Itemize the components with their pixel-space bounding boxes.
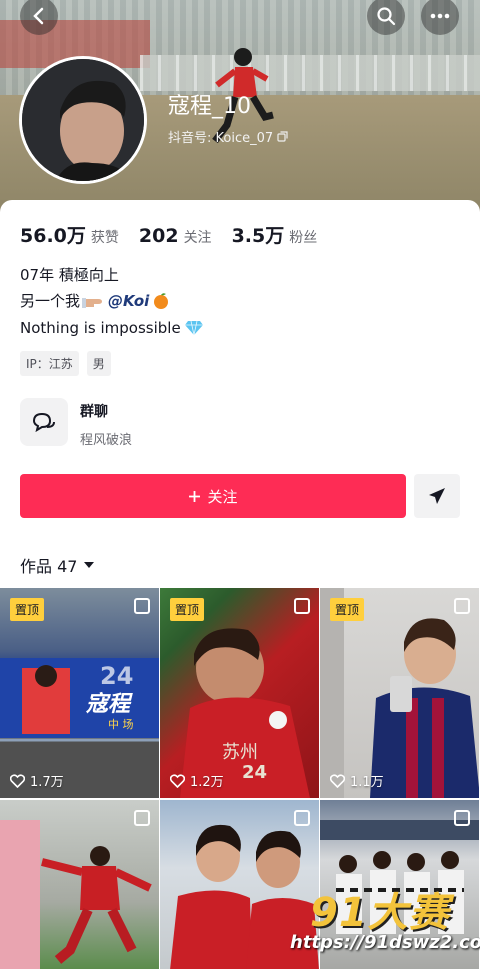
tags-row: IP：江苏 男 [20, 351, 111, 376]
caret-down-icon [84, 562, 95, 568]
copy-icon[interactable] [277, 131, 288, 142]
video-likes: 1.7万 [10, 771, 64, 790]
group-chat-icon-box [20, 398, 68, 446]
stat-following-count: 202 [138, 225, 179, 247]
multi-image-icon [134, 598, 150, 614]
stat-followers-count: 3.5万 [231, 225, 285, 247]
watermark-logo-text: 91大赛 [310, 890, 450, 936]
video-thumbnail[interactable] [0, 800, 159, 969]
video-likes-count: 1.2万 [190, 775, 224, 790]
video-thumbnail[interactable]: 寇程 24 中 场 置顶 1.7万 [0, 588, 159, 798]
pinned-badge: 置顶 [10, 598, 45, 621]
site-watermark: 91大赛 https://91dswz2.com [290, 880, 480, 960]
follow-button[interactable]: 关注 [20, 474, 406, 518]
video-overlay-number: 24 [100, 662, 134, 690]
video-overlay-name: 寇程 [86, 692, 131, 717]
multi-image-icon [294, 598, 310, 614]
avatar[interactable] [19, 56, 147, 184]
multi-image-icon [454, 810, 470, 826]
video-likes: 1.2万 [170, 771, 224, 790]
profile-nickname: 寇程_10 [168, 94, 251, 119]
pinned-badge: 置顶 [330, 598, 365, 621]
more-icon [430, 13, 450, 19]
bio-line-2: 另一个我 @Koi [20, 290, 170, 311]
multi-image-icon [454, 598, 470, 614]
avatar-portrait [22, 59, 144, 181]
stadium-railing [140, 55, 480, 91]
video-thumbnail[interactable]: 苏州 24 置顶 1.2万 [160, 588, 319, 798]
follow-button-label: 关注 [207, 487, 238, 506]
group-chat-subtitle: 程风破浪 [80, 433, 133, 448]
works-tab-label: 作品 47 [20, 557, 78, 576]
video-thumbnail[interactable]: 置顶 1.1万 [320, 588, 479, 798]
douyin-id[interactable]: 抖音号: Koice_07 [168, 127, 288, 146]
tag-ip-location: IP：江苏 [20, 351, 79, 376]
video-likes: 1.1万 [330, 771, 384, 790]
back-icon [33, 7, 44, 25]
heart-icon [10, 773, 25, 788]
video-overlay-position: 中 场 [108, 718, 134, 731]
stat-likes[interactable]: 56.0万 获赞 [20, 221, 119, 248]
bio-line-3-text: Nothing is impossible [20, 319, 181, 337]
stat-likes-label: 获赞 [90, 230, 119, 246]
group-chat-entry[interactable]: 群聊 程风破浪 [20, 398, 132, 448]
stat-following-label: 关注 [183, 230, 212, 246]
works-tab[interactable]: 作品 47 [20, 553, 95, 577]
stat-likes-count: 56.0万 [20, 225, 86, 247]
orange-icon [154, 292, 169, 309]
video-likes-count: 1.1万 [350, 775, 384, 790]
gem-icon [184, 320, 203, 336]
pinned-badge: 置顶 [170, 598, 205, 621]
bio-line-2-text: 另一个我 [20, 292, 81, 310]
tag-gender: 男 [86, 351, 111, 376]
heart-icon [170, 773, 185, 788]
search-icon [377, 7, 396, 26]
stat-following[interactable]: 202 关注 [139, 225, 212, 247]
send-arrow-icon [429, 488, 445, 504]
watermark-url: https://91dswz2.com [290, 932, 480, 953]
jersey-text: 苏州 [222, 742, 258, 763]
bio-line-3: Nothing is impossible [20, 319, 204, 337]
profile-card [0, 200, 480, 590]
bio-mention-link[interactable]: @Koi [108, 292, 149, 310]
heart-icon [330, 773, 345, 788]
douyin-id-text: 抖音号: Koice_07 [168, 131, 274, 146]
pointing-hand-icon [82, 297, 103, 308]
group-chat-title: 群聊 [80, 404, 108, 420]
video-likes-count: 1.7万 [30, 775, 64, 790]
bio-line-1: 07年 積極向上 [20, 266, 119, 284]
stats-row: 56.0万 获赞 202 关注 3.5万 粉丝 [20, 221, 317, 248]
share-button[interactable] [414, 474, 460, 518]
stat-followers[interactable]: 3.5万 粉丝 [232, 221, 318, 248]
multi-image-icon [294, 810, 310, 826]
chat-bubble-icon [32, 412, 55, 433]
multi-image-icon [134, 810, 150, 826]
stat-followers-label: 粉丝 [289, 230, 318, 246]
plus-icon [189, 490, 201, 502]
jersey-number: 24 [242, 762, 268, 783]
